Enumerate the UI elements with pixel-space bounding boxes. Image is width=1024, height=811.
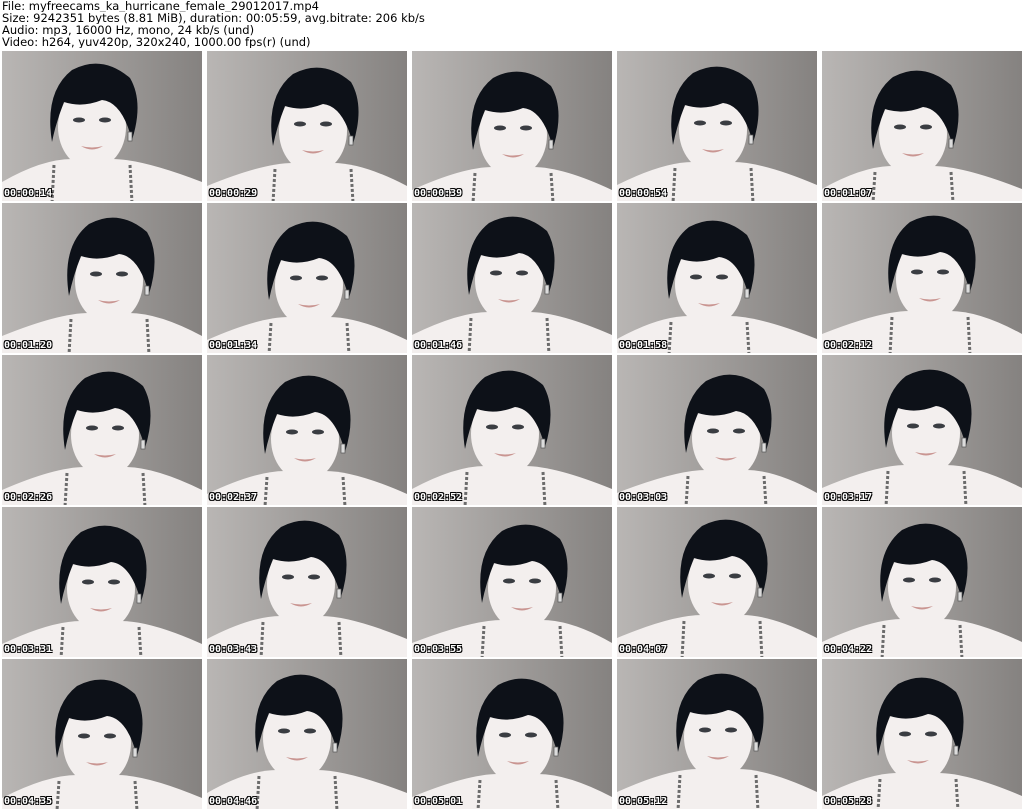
video-frame-thumbnail: 00:00:39 — [412, 51, 612, 201]
frame-timestamp: 00:05:12 — [619, 796, 668, 807]
video-frame-thumbnail: 00:05:28 — [822, 659, 1022, 809]
video-info-line: Video: h264, yuv420p, 320x240, 1000.00 f… — [2, 36, 311, 48]
webcam-frame-image — [822, 659, 1022, 809]
thumbnail-grid: 00:00:14 00:00:29 00:00:39 00:00:54 00:01:07… — [2, 51, 1022, 811]
frame-timestamp: 00:04:35 — [4, 796, 53, 807]
webcam-frame-image — [2, 355, 202, 505]
frame-timestamp: 00:01:46 — [414, 340, 463, 351]
frame-timestamp: 00:04:46 — [209, 796, 258, 807]
webcam-frame-image — [412, 355, 612, 505]
video-frame-thumbnail: 00:03:17 — [822, 355, 1022, 505]
webcam-frame-image — [822, 203, 1022, 353]
video-frame-thumbnail: 00:00:29 — [207, 51, 407, 201]
video-frame-thumbnail: 00:01:34 — [207, 203, 407, 353]
webcam-frame-image — [617, 659, 817, 809]
frame-timestamp: 00:02:26 — [4, 492, 53, 503]
frame-timestamp: 00:00:39 — [414, 188, 463, 199]
frame-timestamp: 00:01:20 — [4, 340, 53, 351]
video-frame-thumbnail: 00:00:54 — [617, 51, 817, 201]
frame-timestamp: 00:01:07 — [824, 188, 873, 199]
file-name-line: File: myfreecams_ka_hurricane_female_290… — [2, 0, 319, 12]
webcam-frame-image — [2, 51, 202, 201]
video-frame-thumbnail: 00:05:12 — [617, 659, 817, 809]
frame-timestamp: 00:03:31 — [4, 644, 53, 655]
video-frame-thumbnail: 00:01:58 — [617, 203, 817, 353]
video-frame-thumbnail: 00:03:55 — [412, 507, 612, 657]
webcam-frame-image — [207, 659, 407, 809]
video-frame-thumbnail: 00:00:14 — [2, 51, 202, 201]
frame-timestamp: 00:02:52 — [414, 492, 463, 503]
video-frame-thumbnail: 00:03:03 — [617, 355, 817, 505]
webcam-frame-image — [207, 51, 407, 201]
video-frame-thumbnail: 00:04:46 — [207, 659, 407, 809]
webcam-frame-image — [207, 355, 407, 505]
frame-timestamp: 00:01:34 — [209, 340, 258, 351]
webcam-frame-image — [2, 203, 202, 353]
frame-timestamp: 00:04:22 — [824, 644, 873, 655]
video-frame-thumbnail: 00:01:46 — [412, 203, 612, 353]
frame-timestamp: 00:04:07 — [619, 644, 668, 655]
video-frame-thumbnail: 00:04:07 — [617, 507, 817, 657]
webcam-frame-image — [2, 659, 202, 809]
video-frame-thumbnail: 00:02:52 — [412, 355, 612, 505]
webcam-frame-image — [822, 51, 1022, 201]
frame-timestamp: 00:03:55 — [414, 644, 463, 655]
video-frame-thumbnail: 00:02:26 — [2, 355, 202, 505]
frame-timestamp: 00:03:17 — [824, 492, 873, 503]
frame-timestamp: 00:00:29 — [209, 188, 258, 199]
video-frame-thumbnail: 00:02:12 — [822, 203, 1022, 353]
frame-timestamp: 00:00:14 — [4, 188, 53, 199]
webcam-frame-image — [412, 203, 612, 353]
webcam-frame-image — [822, 507, 1022, 657]
video-frame-thumbnail: 00:01:20 — [2, 203, 202, 353]
audio-info-line: Audio: mp3, 16000 Hz, mono, 24 kb/s (und… — [2, 24, 255, 36]
webcam-frame-image — [617, 507, 817, 657]
webcam-frame-image — [822, 355, 1022, 505]
frame-timestamp: 00:02:12 — [824, 340, 873, 351]
frame-timestamp: 00:03:03 — [619, 492, 668, 503]
frame-timestamp: 00:03:43 — [209, 644, 258, 655]
file-info-header: File: myfreecams_ka_hurricane_female_290… — [2, 0, 1022, 50]
video-frame-thumbnail: 00:03:43 — [207, 507, 407, 657]
webcam-frame-image — [412, 507, 612, 657]
webcam-frame-image — [617, 51, 817, 201]
frame-timestamp: 00:05:28 — [824, 796, 873, 807]
webcam-frame-image — [412, 659, 612, 809]
webcam-frame-image — [617, 355, 817, 505]
frame-timestamp: 00:01:58 — [619, 340, 668, 351]
frame-timestamp: 00:02:37 — [209, 492, 258, 503]
video-frame-thumbnail: 00:04:35 — [2, 659, 202, 809]
frame-timestamp: 00:05:01 — [414, 796, 463, 807]
frame-timestamp: 00:00:54 — [619, 188, 668, 199]
video-frame-thumbnail: 00:03:31 — [2, 507, 202, 657]
video-frame-thumbnail: 00:05:01 — [412, 659, 612, 809]
webcam-frame-image — [412, 51, 612, 201]
webcam-frame-image — [617, 203, 817, 353]
video-frame-thumbnail: 00:01:07 — [822, 51, 1022, 201]
file-size-line: Size: 9242351 bytes (8.81 MiB), duration… — [2, 12, 425, 24]
webcam-frame-image — [207, 507, 407, 657]
video-frame-thumbnail: 00:04:22 — [822, 507, 1022, 657]
webcam-frame-image — [2, 507, 202, 657]
video-frame-thumbnail: 00:02:37 — [207, 355, 407, 505]
webcam-frame-image — [207, 203, 407, 353]
